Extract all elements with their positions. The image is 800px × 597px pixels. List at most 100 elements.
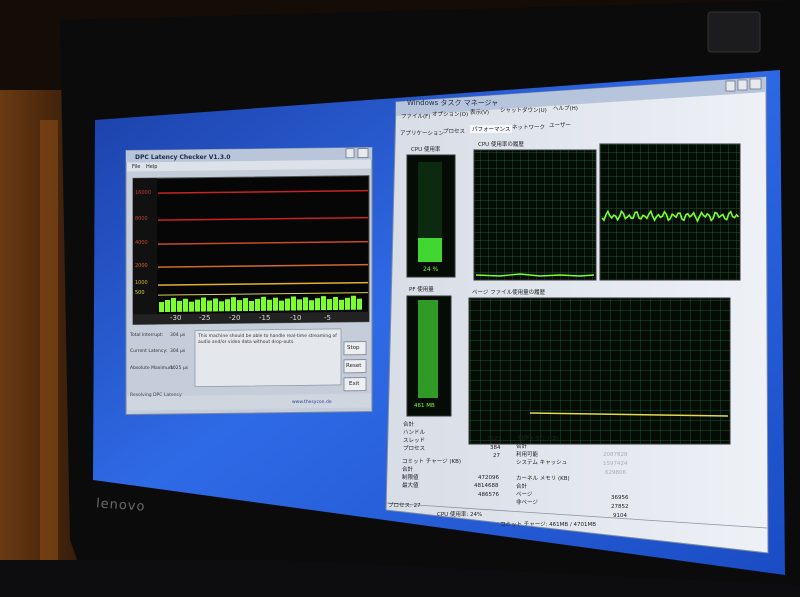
physmem-header: 物理メモリ (KB) — [518, 436, 559, 442]
dpc-latency-bar — [303, 297, 308, 311]
dpc-x-tick-5: -10 — [290, 314, 302, 322]
dpc-latency-bar — [351, 295, 356, 310]
dpc-latency-bar — [261, 296, 266, 311]
dpc-latency-bar — [171, 297, 176, 312]
pf-usage-meter-fill — [418, 300, 438, 398]
dpc-latency-bar — [291, 296, 296, 311]
dpc-latency-bar — [345, 297, 350, 310]
taskmgr-menu-shutdown[interactable]: シャットダウン(U) — [500, 106, 547, 114]
dpc-latency-bar — [309, 300, 314, 311]
dpc-latency-bar — [255, 298, 260, 311]
physmem-value-3: 629806 — [605, 470, 626, 476]
pf-usage-label: PF 使用量 — [409, 287, 434, 293]
dpc-close-button[interactable] — [357, 148, 369, 159]
status-commit: コミット チャージ: 461MB / 4701MB — [500, 522, 597, 528]
dpc-y-axis — [133, 178, 157, 325]
dpc-latency-bar — [213, 298, 218, 312]
totals-value-3: 27 — [493, 453, 500, 459]
kernel-value-2: 27852 — [611, 504, 629, 510]
totals-label-1: ハンドル — [403, 430, 426, 436]
totals-header: 合計 — [403, 422, 415, 428]
dpc-latency-bar — [285, 298, 290, 311]
dpc-message: This machine should be able to handle re… — [198, 334, 337, 345]
dpc-latency-bar — [177, 300, 182, 312]
dpc-y-tick-2: 8000 — [135, 216, 148, 222]
kernel-value-1: 36956 — [611, 495, 629, 501]
kernel-value-3: 9104 — [613, 513, 627, 519]
physmem-label-2: 利用可能 — [516, 452, 539, 458]
totals-value-1: 7027 — [487, 436, 501, 442]
commit-label-3: 最大値 — [402, 483, 419, 489]
cpu-usage-label: CPU 使用率 — [411, 147, 441, 153]
tab-users[interactable]: ユーザー — [549, 121, 571, 129]
dpc-footer-left: Resolving DPC Latency — [130, 393, 182, 398]
tab-performance[interactable]: パフォーマンス — [470, 125, 513, 133]
pf-history-label: ページ ファイル使用量の履歴 — [472, 290, 546, 296]
cpu-history-label: CPU 使用率の履歴 — [478, 142, 524, 148]
kernel-label-1: 合計 — [516, 484, 528, 490]
dpc-latency-bar — [183, 298, 188, 312]
status-cpu: CPU 使用率: 24% — [437, 512, 483, 518]
dpc-minimize-button[interactable] — [345, 148, 355, 159]
pf-usage-value: 461 MB — [414, 403, 435, 409]
dpc-menu-file[interactable]: File — [132, 164, 140, 170]
dpc-latency-bar — [321, 296, 326, 311]
taskmgr-title: Windows タスク マネージャ — [407, 99, 499, 107]
commit-label-1: 合計 — [402, 467, 414, 473]
commit-value-3: 486576 — [478, 492, 499, 498]
tab-applications[interactable]: アプリケーション — [400, 129, 444, 137]
dpc-stop-label[interactable]: Stop — [347, 345, 360, 351]
dpc-latency-bar — [333, 296, 338, 311]
kernel-header: カーネル メモリ (KB) — [516, 476, 570, 482]
dpc-y-tick-1: 16000 — [135, 190, 151, 196]
dpc-stat-label-1: Total Interrupt: — [130, 333, 164, 338]
dpc-reset-label[interactable]: Reset — [346, 363, 361, 369]
dpc-x-tick-4: -15 — [259, 314, 271, 322]
dpc-latency-bar — [231, 297, 236, 312]
dpc-latency-bar — [225, 299, 230, 312]
dpc-latency-bar — [339, 299, 344, 310]
commit-value-2: 4814688 — [474, 483, 499, 489]
status-processes: プロセス: 27 — [388, 503, 421, 509]
dpc-x-tick-3: -20 — [229, 314, 241, 322]
dpc-latency-bar — [279, 300, 284, 311]
dpc-latency-bar — [219, 301, 224, 312]
dpc-footer-link[interactable]: www.thesycon.de — [292, 400, 332, 405]
taskmgr-menu-help[interactable]: ヘルプ(H) — [553, 104, 578, 112]
taskmgr-minimize-button[interactable] — [725, 80, 736, 92]
tab-networking[interactable]: ネットワーク — [512, 123, 545, 131]
dpc-latency-bar — [357, 298, 362, 310]
taskmgr-maximize-button[interactable] — [737, 79, 748, 91]
dpc-window — [125, 147, 373, 415]
commit-header: コミット チャージ (KB) — [402, 459, 462, 465]
dpc-x-tick-2: -25 — [199, 314, 211, 322]
dpc-latency-bar — [273, 297, 278, 311]
tab-processes[interactable]: プロセス — [443, 127, 465, 135]
totals-value-2: 384 — [490, 445, 501, 451]
dpc-title: DPC Latency Checker V1.3.0 — [135, 154, 231, 161]
dpc-latency-bar — [159, 302, 164, 313]
shelf-edge — [40, 120, 58, 560]
dpc-stat-value-2: 304 µs — [170, 349, 186, 354]
dpc-x-tick-1: -30 — [170, 314, 182, 322]
physmem-label-3: システム キャッシュ — [516, 460, 568, 466]
dpc-stat-value-3: 1025 µs — [170, 366, 189, 371]
taskmgr-menu-view[interactable]: 表示(V) — [470, 108, 489, 116]
taskmgr-menu-file[interactable]: ファイル(F) — [401, 112, 430, 120]
taskmgr-menu-options[interactable]: オプション(O) — [432, 110, 468, 118]
dpc-latency-bar — [249, 300, 254, 312]
commit-value-1: 472096 — [478, 475, 499, 481]
kernel-label-2: ページ — [516, 492, 533, 498]
dpc-x-tick-6: -5 — [324, 314, 331, 322]
dpc-latency-bar — [165, 299, 170, 313]
camera-area — [707, 11, 761, 53]
dpc-exit-label[interactable]: Exit — [349, 381, 359, 387]
taskmgr-window — [385, 76, 769, 554]
dpc-stat-label-3: Absolute Maximum: — [130, 366, 175, 371]
dpc-menu-help[interactable]: Help — [146, 164, 157, 170]
dpc-latency-bar — [207, 300, 212, 312]
physmem-value-1: 2087828 — [603, 452, 628, 458]
totals-label-3: プロセス — [403, 446, 426, 452]
taskmgr-close-button[interactable] — [749, 78, 762, 90]
dpc-latency-bar — [297, 299, 302, 311]
